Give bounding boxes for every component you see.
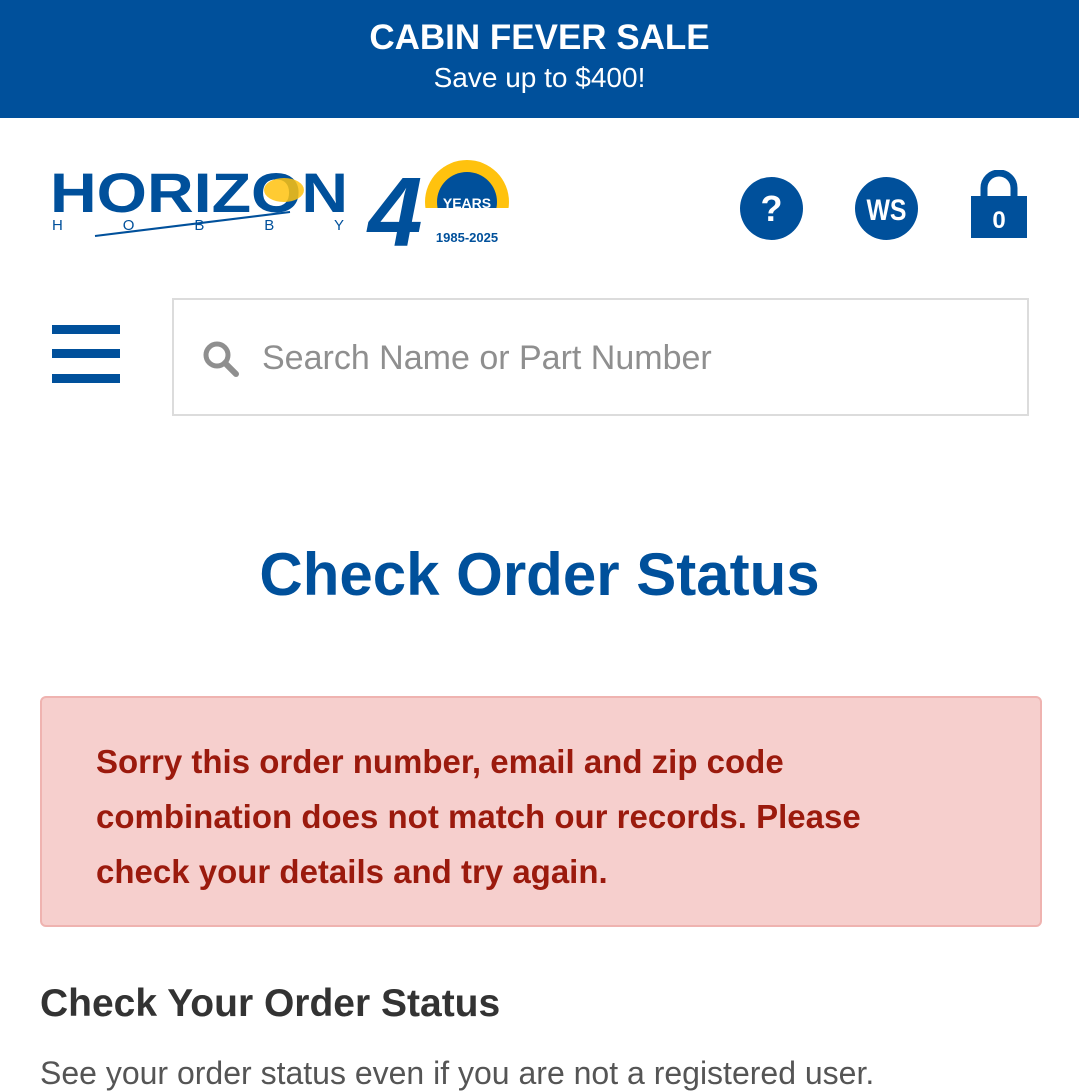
- promo-banner[interactable]: CABIN FEVER SALE Save up to $400!: [0, 0, 1079, 118]
- account-button[interactable]: WS: [855, 177, 918, 240]
- horizon-hobby-logo[interactable]: HORIZON H O B B Y 40 YEARS 1985-2025: [50, 150, 520, 255]
- anniversary-label: YEARS: [443, 195, 491, 211]
- anniversary-range: 1985-2025: [436, 230, 498, 245]
- account-initials: WS: [867, 194, 907, 227]
- section-description: See your order status even if you are no…: [40, 1055, 875, 1091]
- search-input[interactable]: [262, 328, 1002, 388]
- page-title: Check Order Status: [259, 541, 820, 608]
- search-icon: [203, 341, 239, 377]
- section-title: Check Your Order Status: [40, 982, 501, 1025]
- shopping-bag-icon: 0: [971, 170, 1027, 238]
- promo-title: CABIN FEVER SALE: [369, 18, 710, 57]
- help-label: ?: [761, 188, 783, 229]
- account-avatar-icon: WS: [855, 177, 918, 240]
- search-bar[interactable]: [172, 298, 1029, 416]
- error-alert: Sorry this order number, email and zip c…: [40, 696, 1042, 927]
- promo-subtitle: Save up to $400!: [433, 62, 646, 93]
- hamburger-menu-icon[interactable]: [52, 325, 120, 385]
- question-circle-icon: ?: [740, 177, 803, 240]
- help-button[interactable]: ?: [740, 177, 803, 240]
- error-message: Sorry this order number, email and zip c…: [96, 743, 861, 890]
- cart-count: 0: [992, 207, 1005, 234]
- cart-button[interactable]: 0: [968, 170, 1030, 240]
